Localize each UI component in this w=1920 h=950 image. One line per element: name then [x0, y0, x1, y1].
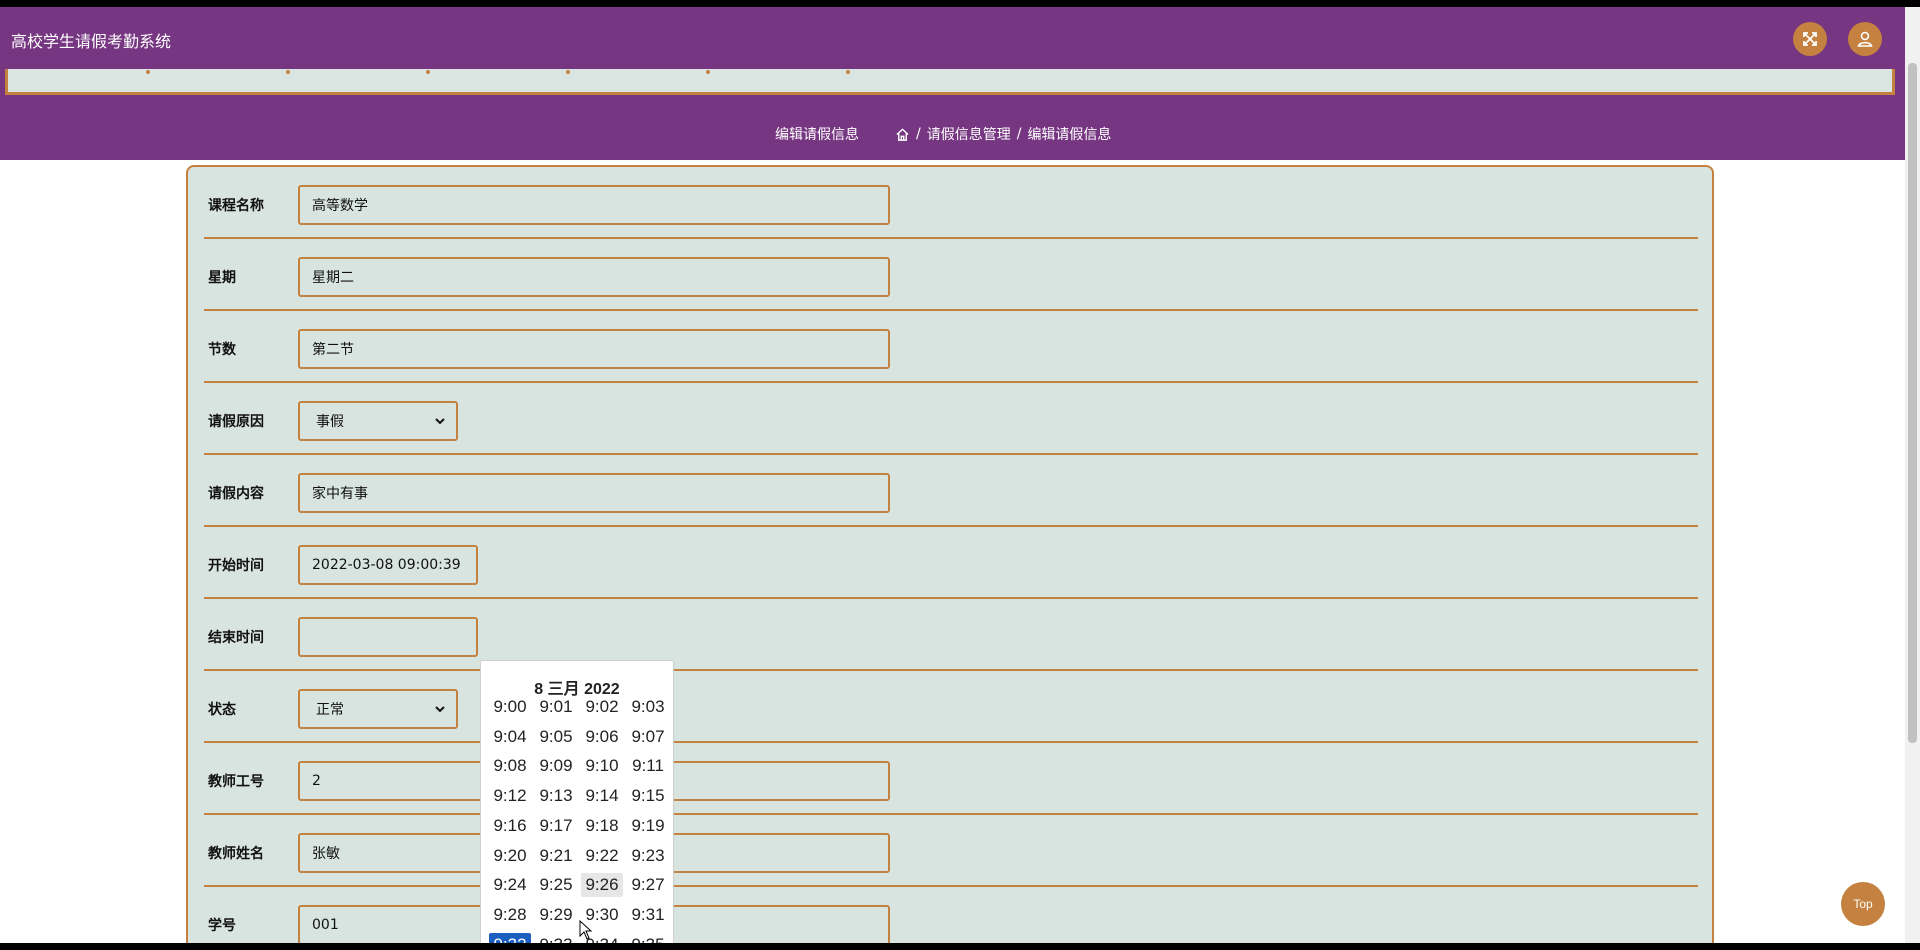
breadcrumb-section-link[interactable]: 请假信息管理: [927, 124, 1011, 144]
form-row-period: 节数 第二节: [204, 311, 1698, 383]
page-title: 编辑请假信息: [775, 127, 859, 143]
menu-item-marker[interactable]: [706, 70, 710, 74]
time-option[interactable]: 9:24: [489, 873, 531, 897]
time-option[interactable]: 9:27: [627, 873, 669, 897]
time-option[interactable]: 9:29: [535, 903, 577, 927]
time-option[interactable]: 9:31: [627, 903, 669, 927]
student-id-label: 学号: [208, 918, 236, 934]
period-input[interactable]: 第二节: [298, 329, 890, 369]
time-option[interactable]: 9:08: [489, 754, 531, 778]
datetime-picker-dropdown: 8 三月 2022 9:00 9:01 9:02 9:03 9:04 9:05 9:06 9:…: [480, 660, 674, 943]
end-time-label: 结束时间: [208, 630, 264, 646]
breadcrumb-separator: /: [916, 126, 921, 142]
leave-content-label: 请假内容: [208, 486, 264, 502]
period-label: 节数: [208, 342, 236, 358]
chevron-down-icon: [435, 418, 445, 425]
time-option[interactable]: 9:23: [627, 844, 669, 868]
app-title: 高校学生请假考勤系统: [11, 32, 172, 51]
leave-reason-value: 事假: [316, 414, 344, 430]
user-icon: [1857, 31, 1873, 47]
time-option[interactable]: 9:10: [581, 754, 623, 778]
time-option[interactable]: 9:14: [581, 784, 623, 808]
form-row-teacher-id: 教师工号 2: [204, 743, 1698, 815]
time-option[interactable]: 9:32: [489, 932, 531, 943]
time-option[interactable]: 9:07: [627, 725, 669, 749]
time-option[interactable]: 9:33: [535, 933, 577, 943]
top-header: 高校学生请假考勤系统: [0, 7, 1905, 69]
weekday-label: 星期: [208, 270, 236, 286]
form-row-start: 开始时间 2022-03-08 09:00:39: [204, 527, 1698, 599]
menu-item-marker[interactable]: [146, 70, 150, 74]
nav-menu: [5, 69, 1895, 95]
time-option[interactable]: 9:18: [581, 814, 623, 838]
teacher-id-label: 教师工号: [208, 774, 264, 790]
time-option[interactable]: 9:09: [535, 754, 577, 778]
browser-viewport: 高校学生请假考勤系统 编辑请假信息 / 请假信息管理 / 编辑请假信息 课程名称…: [0, 7, 1920, 943]
form-row-teacher-name: 教师姓名 张敏: [204, 815, 1698, 887]
breadcrumb-current: 编辑请假信息: [1027, 127, 1112, 143]
menu-item-marker[interactable]: [566, 70, 570, 74]
time-option[interactable]: 9:04: [489, 725, 531, 749]
menu-item-marker[interactable]: [426, 70, 430, 74]
time-option[interactable]: 9:20: [489, 844, 531, 868]
home-icon[interactable]: [895, 127, 910, 142]
time-option[interactable]: 9:13: [535, 784, 577, 808]
time-option[interactable]: 9:11: [627, 754, 669, 778]
breadcrumb-separator: /: [1016, 126, 1022, 142]
edit-leave-form: 课程名称 高等数学 星期 星期二 节数 第二节 请假原因 事假 请假内容 家中有…: [186, 165, 1714, 943]
time-option[interactable]: 9:15: [627, 784, 669, 808]
status-label: 状态: [208, 702, 236, 718]
time-option[interactable]: 9:05: [535, 725, 577, 749]
fullscreen-icon: [1803, 32, 1817, 46]
form-row-reason: 请假原因 事假: [204, 383, 1698, 455]
breadcrumb-bar: 编辑请假信息 / 请假信息管理 / 编辑请假信息: [0, 105, 1905, 160]
fullscreen-button[interactable]: [1793, 22, 1827, 56]
status-select[interactable]: 正常: [298, 689, 458, 729]
teacher-name-label: 教师姓名: [208, 846, 264, 862]
form-row-course: 课程名称 高等数学: [204, 167, 1698, 239]
time-option[interactable]: 9:12: [489, 784, 531, 808]
time-option[interactable]: 9:00: [489, 695, 531, 719]
time-option[interactable]: 9:17: [535, 814, 577, 838]
course-name-input[interactable]: 高等数学: [298, 185, 890, 225]
back-to-top-button[interactable]: Top: [1841, 882, 1885, 926]
mouse-cursor-icon: [579, 920, 593, 940]
chevron-down-icon: [435, 706, 445, 713]
time-option[interactable]: 9:02: [581, 695, 623, 719]
weekday-input[interactable]: 星期二: [298, 257, 890, 297]
leave-content-input[interactable]: 家中有事: [298, 473, 890, 513]
nav-menu-strip: [0, 69, 1905, 105]
status-value: 正常: [316, 702, 344, 718]
time-option[interactable]: 9:22: [581, 844, 623, 868]
time-option[interactable]: 9:01: [535, 695, 577, 719]
breadcrumb: / 请假信息管理 / 编辑请假信息: [895, 124, 1111, 144]
time-option[interactable]: 9:21: [535, 844, 577, 868]
time-option[interactable]: 9:35: [627, 933, 669, 943]
form-row-content: 请假内容 家中有事: [204, 455, 1698, 527]
form-row-weekday: 星期 星期二: [204, 239, 1698, 311]
time-option[interactable]: 9:06: [581, 725, 623, 749]
end-time-input[interactable]: [298, 617, 478, 657]
course-name-label: 课程名称: [208, 198, 264, 214]
form-row-status: 状态 正常: [204, 671, 1698, 743]
user-menu-button[interactable]: [1848, 22, 1882, 56]
time-option[interactable]: 9:03: [627, 695, 669, 719]
leave-reason-label: 请假原因: [208, 414, 264, 430]
time-option[interactable]: 9:28: [489, 903, 531, 927]
menu-item-marker[interactable]: [286, 70, 290, 74]
start-time-input[interactable]: 2022-03-08 09:00:39: [298, 545, 478, 585]
time-option[interactable]: 9:26: [581, 873, 623, 898]
time-option[interactable]: 9:19: [627, 814, 669, 838]
form-row-end: 结束时间: [204, 599, 1698, 671]
time-option[interactable]: 9:16: [489, 814, 531, 838]
form-row-student-id: 学号 001: [204, 887, 1698, 943]
page-scrollbar[interactable]: [1905, 7, 1920, 943]
menu-item-marker[interactable]: [846, 70, 850, 74]
leave-reason-select[interactable]: 事假: [298, 401, 458, 441]
scrollbar-thumb[interactable]: [1908, 63, 1917, 743]
start-time-label: 开始时间: [208, 558, 264, 574]
time-option[interactable]: 9:25: [535, 873, 577, 897]
